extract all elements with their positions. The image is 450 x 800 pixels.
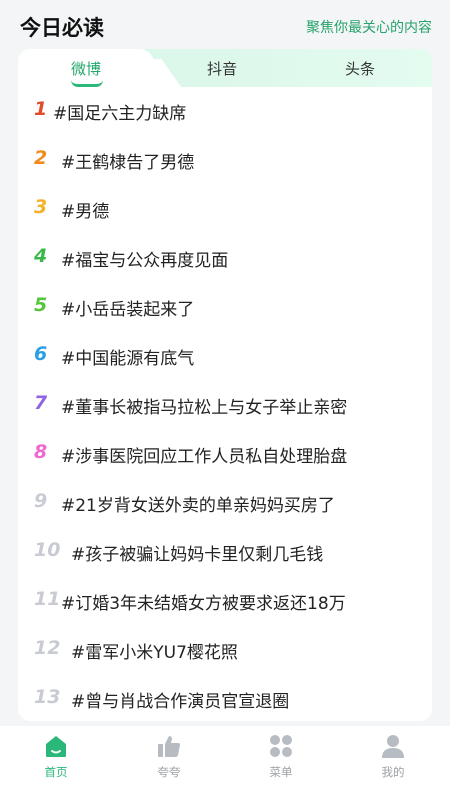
- list-item[interactable]: 4 #福宝与公众再度见面: [18, 239, 432, 279]
- topic-text: #21岁背女送外卖的单亲妈妈买房了: [61, 496, 335, 516]
- rank-number: 4: [34, 245, 48, 267]
- list-item[interactable]: 7 #董事长被指马拉松上与女子举止亲密: [18, 386, 432, 426]
- thumbs-up-icon: [158, 736, 180, 757]
- home-icon: [46, 736, 66, 757]
- rank-number: 10: [34, 539, 61, 561]
- app-header: 今日必读 聚焦你最关心的内容: [0, 0, 450, 50]
- list-item[interactable]: 8 #涉事医院回应工作人员私自处理胎盘: [18, 435, 432, 475]
- topic-text: #中国能源有底气: [61, 349, 195, 369]
- nav-label: 首页: [44, 765, 68, 779]
- topic-text: #男德: [61, 202, 110, 222]
- active-tab-indicator: [71, 80, 103, 87]
- rank-number: 3: [34, 196, 48, 218]
- topic-text: #王鹤棣告了男德: [61, 153, 195, 173]
- rank-number: 8: [34, 441, 48, 463]
- platform-tab-bar: 微博 抖音 头条: [18, 49, 432, 87]
- page-title: 今日必读: [20, 16, 104, 40]
- nav-label: 我的: [381, 765, 405, 779]
- rank-number: 9: [34, 490, 48, 512]
- tab-weibo[interactable]: 微博: [71, 58, 101, 79]
- list-item[interactable]: 3 #男德: [18, 190, 432, 230]
- list-item[interactable]: 12 #雷军小米YU7樱花照: [18, 631, 432, 671]
- topic-text: #董事长被指马拉松上与女子举止亲密: [61, 398, 348, 418]
- nav-label: 菜单: [269, 765, 293, 779]
- nav-label: 夸夸: [157, 765, 181, 779]
- topic-text: #曾与肖战合作演员官宣退圈: [71, 692, 290, 712]
- topic-text: #订婚3年未结婚女方被要求返还18万: [61, 594, 346, 614]
- bottom-navigation: 首页 夸夸 菜单 我的: [0, 726, 450, 800]
- tab-douyin[interactable]: 抖音: [207, 58, 237, 79]
- topic-text: #国足六主力缺席: [53, 104, 187, 124]
- topic-text: #福宝与公众再度见面: [61, 251, 229, 271]
- list-item[interactable]: 1 #国足六主力缺席: [18, 92, 432, 132]
- hot-list-card: 微博 抖音 头条 1 #国足六主力缺席 2 #王鹤棣告了男德 3 #男德 4 #…: [18, 49, 432, 721]
- user-icon: [382, 735, 404, 758]
- list-item[interactable]: 9 #21岁背女送外卖的单亲妈妈买房了: [18, 484, 432, 524]
- page-subtitle: 聚焦你最关心的内容: [306, 20, 432, 36]
- nav-praise[interactable]: 夸夸: [134, 732, 204, 780]
- rank-number: 12: [34, 637, 61, 659]
- tab-toutiao[interactable]: 头条: [345, 58, 375, 79]
- list-item[interactable]: 13 #曾与肖战合作演员官宣退圈: [18, 680, 432, 720]
- rank-number: 2: [34, 147, 48, 169]
- grid-menu-icon: [270, 735, 292, 757]
- list-item[interactable]: 2 #王鹤棣告了男德: [18, 141, 432, 181]
- list-item[interactable]: 10 #孩子被骗让妈妈卡里仅剩几毛钱: [18, 533, 432, 573]
- nav-home[interactable]: 首页: [21, 732, 91, 780]
- rank-number: 6: [34, 343, 48, 365]
- topic-text: #孩子被骗让妈妈卡里仅剩几毛钱: [71, 545, 324, 565]
- list-item[interactable]: 11 #订婚3年未结婚女方被要求返还18万: [18, 582, 432, 622]
- list-item[interactable]: 6 #中国能源有底气: [18, 337, 432, 377]
- topic-text: #小岳岳装起来了: [61, 300, 195, 320]
- nav-menu[interactable]: 菜单: [246, 732, 316, 780]
- rank-number: 11: [34, 588, 61, 610]
- rank-number: 5: [34, 294, 48, 316]
- topic-text: #涉事医院回应工作人员私自处理胎盘: [61, 447, 348, 467]
- nav-profile[interactable]: 我的: [358, 732, 428, 780]
- topic-text: #雷军小米YU7樱花照: [71, 643, 238, 663]
- rank-number: 13: [34, 686, 61, 708]
- rank-number: 7: [34, 392, 48, 414]
- list-item[interactable]: 5 #小岳岳装起来了: [18, 288, 432, 328]
